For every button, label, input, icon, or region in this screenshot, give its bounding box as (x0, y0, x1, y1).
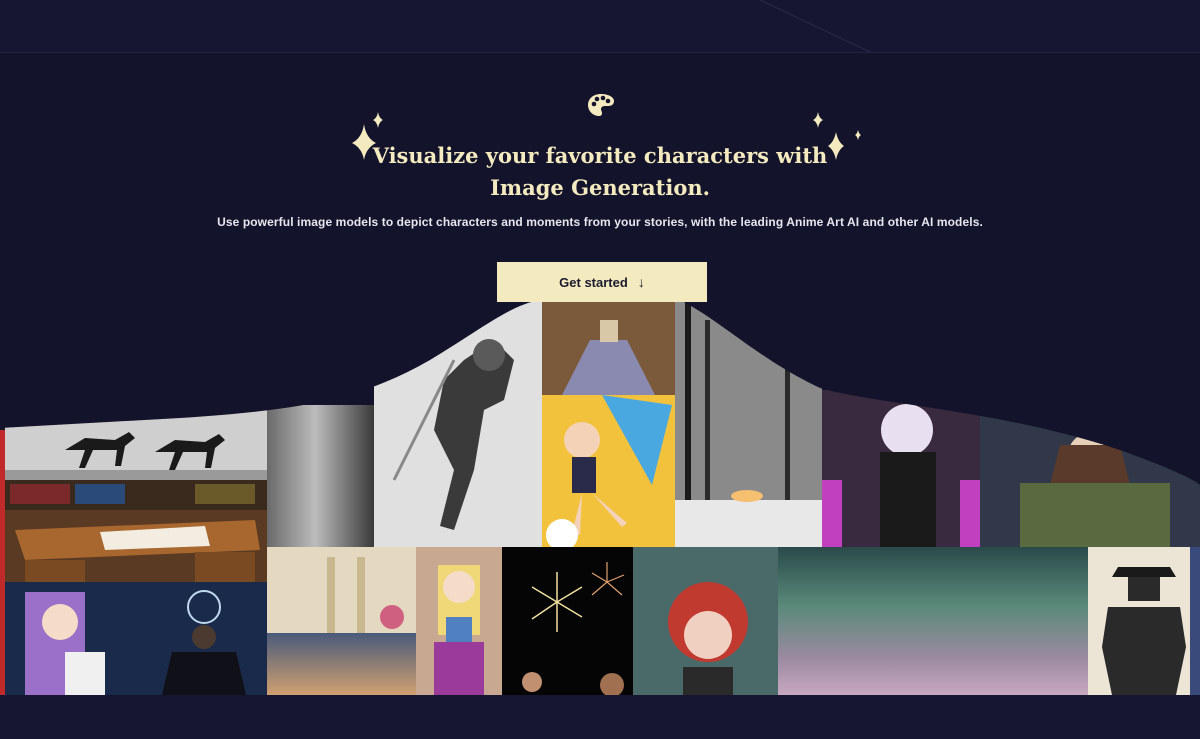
hero-subtitle: Use powerful image models to depict char… (217, 215, 983, 229)
palette-icon (588, 94, 614, 116)
arrow-down-icon: ↓ (637, 274, 645, 290)
get-started-label: Get started (559, 274, 628, 290)
bottom-band (0, 695, 1200, 739)
hero-title-line-1: Visualize your favorite characters with (372, 143, 828, 168)
hero-title: Visualize your favorite characters with … (0, 140, 1200, 204)
get-started-button[interactable]: Get started ↓ (497, 262, 707, 302)
hero-title-line-2: Image Generation. (490, 175, 710, 200)
